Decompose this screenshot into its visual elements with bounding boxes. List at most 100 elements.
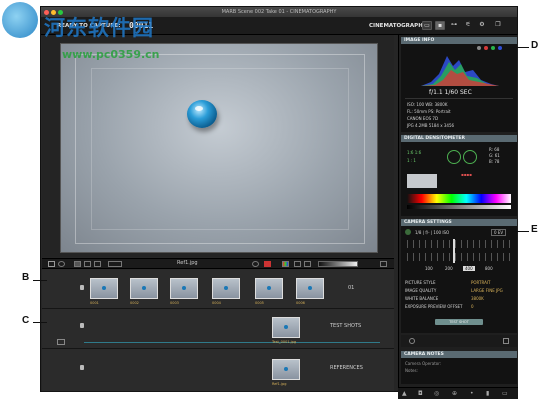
sample-swatch bbox=[407, 174, 437, 188]
thumbnail[interactable] bbox=[272, 359, 300, 380]
thumbnail[interactable] bbox=[212, 278, 240, 299]
watermark-url: www.pc0359.cn bbox=[62, 48, 160, 61]
setting-value[interactable]: PORTRAIT bbox=[471, 280, 490, 285]
row-toggle[interactable] bbox=[80, 323, 84, 328]
iso-option[interactable]: 800 bbox=[483, 266, 495, 271]
setting-label: IMAGE QUALITY bbox=[405, 288, 437, 293]
mode-label: CINEMATOGRAPHY bbox=[369, 23, 427, 29]
channel-blue-icon[interactable] bbox=[498, 46, 502, 50]
layers-icon[interactable]: ❐ bbox=[493, 21, 503, 30]
camera-small-icon[interactable]: ◘ bbox=[418, 391, 426, 397]
callout-c-line bbox=[33, 322, 47, 323]
channel-all-icon[interactable] bbox=[477, 46, 481, 50]
grid-view-icon[interactable] bbox=[74, 261, 81, 267]
densitometer-header[interactable]: DIGITAL DENSITOMETER bbox=[401, 135, 517, 142]
thumbnail-label: 0002 bbox=[130, 301, 139, 305]
iso-option[interactable]: 400 bbox=[463, 266, 475, 271]
callout-d: D bbox=[531, 40, 539, 51]
color-channels-icon[interactable] bbox=[282, 261, 289, 267]
timeline-icon[interactable]: ⊶ bbox=[449, 21, 459, 30]
thumbnail-label: 0006 bbox=[296, 301, 305, 305]
camera-notes-header[interactable]: CAMERA NOTES bbox=[401, 351, 517, 358]
setting-label: EXPOSURE PREVIEW OFFSET bbox=[405, 304, 463, 309]
density-b: B: 78 bbox=[489, 159, 500, 164]
row-toggle[interactable] bbox=[80, 365, 84, 370]
monitor-icon[interactable]: ▭ bbox=[422, 21, 432, 30]
setting-label: PICTURE STYLE bbox=[405, 280, 436, 285]
slideshow-icon[interactable]: ▭ bbox=[502, 391, 510, 397]
camera-notes-body[interactable]: Camera Operator: Notes: bbox=[401, 358, 517, 384]
callout-e-line bbox=[512, 231, 529, 232]
watermark-logo bbox=[2, 2, 38, 38]
panel-bottom-bar: ▲ ◘ ◎ ⊕ • ▮ ▭ bbox=[398, 387, 518, 399]
aperture-scale[interactable] bbox=[407, 253, 511, 261]
tools-icon[interactable]: ⚙ bbox=[477, 21, 487, 30]
fullscreen-icon[interactable] bbox=[380, 261, 387, 267]
compass-icon[interactable]: ⊕ bbox=[452, 391, 460, 397]
notes-line-notes: Notes: bbox=[405, 368, 418, 373]
filmstrip-view-icon[interactable] bbox=[94, 261, 101, 267]
exposure-readout: f/1.1 1/60 SEC bbox=[429, 89, 472, 96]
screenshot: MARB Scene 002 Take 01 - CINEMATOGRAPHY … bbox=[0, 0, 551, 411]
histogram bbox=[421, 56, 499, 86]
thumbnail[interactable] bbox=[255, 278, 283, 299]
image-info-header[interactable]: IMAGE INFO bbox=[401, 37, 517, 44]
warning-icon[interactable] bbox=[48, 261, 55, 267]
thumbnail[interactable] bbox=[296, 278, 324, 299]
density-ratio-2: 1 : 1 bbox=[407, 158, 416, 163]
channel-green-icon[interactable] bbox=[491, 46, 495, 50]
iso-option[interactable]: 100 bbox=[423, 266, 435, 271]
split-icon[interactable] bbox=[304, 261, 311, 267]
color-spectrum bbox=[407, 194, 511, 203]
thumbnail-label: Test_0001.jpg bbox=[272, 340, 297, 344]
gray-ramp bbox=[407, 205, 511, 209]
iso-option[interactable]: 200 bbox=[443, 266, 455, 271]
thumbnail-label: 0003 bbox=[170, 301, 179, 305]
row-track bbox=[84, 342, 380, 343]
mic-icon[interactable]: ⚟ bbox=[463, 21, 473, 30]
test-shots-row: Test_0001.jpg TEST SHOTS bbox=[42, 309, 394, 349]
thumbnail-label: 0004 bbox=[212, 301, 221, 305]
camera-settings-header[interactable]: CAMERA SETTINGS bbox=[401, 219, 517, 226]
trash-icon[interactable]: ▮ bbox=[486, 391, 494, 397]
callout-d-line bbox=[512, 47, 529, 48]
crosshair-icon[interactable] bbox=[252, 261, 259, 267]
image-info-line: JPG 4.2MB 5184 x 3456 bbox=[407, 123, 455, 128]
power-icon[interactable] bbox=[405, 229, 411, 235]
add-row-icon[interactable] bbox=[57, 339, 65, 345]
gradient-slider[interactable] bbox=[318, 261, 358, 267]
live-view-image[interactable] bbox=[60, 43, 378, 253]
thumbnail[interactable] bbox=[272, 317, 300, 338]
ev-field[interactable]: 0 EV bbox=[491, 229, 507, 236]
test-shot-button[interactable]: TEST SHOT bbox=[435, 319, 483, 325]
channel-red-icon[interactable] bbox=[484, 46, 488, 50]
camera-icon[interactable]: ▪ bbox=[435, 21, 445, 30]
live-view-area bbox=[42, 35, 394, 257]
rgb-readout: ▪▪▪▪ bbox=[461, 172, 472, 177]
mountain-icon[interactable]: ▲ bbox=[402, 391, 410, 397]
thumbnail[interactable] bbox=[170, 278, 198, 299]
dot-icon[interactable]: • bbox=[470, 391, 478, 397]
zoom-slider[interactable] bbox=[108, 261, 122, 267]
record-icon[interactable] bbox=[264, 261, 271, 267]
list-view-icon[interactable] bbox=[84, 261, 91, 267]
thumbnail[interactable] bbox=[130, 278, 158, 299]
compare-icon[interactable] bbox=[294, 261, 301, 267]
row-title: TEST SHOTS bbox=[330, 323, 362, 329]
thumbnail-label: 0005 bbox=[255, 301, 264, 305]
density-ratio: 1:6 1:6 bbox=[407, 150, 422, 155]
watermark-text: 河东软件园 bbox=[44, 16, 154, 40]
row-toggle[interactable] bbox=[80, 285, 84, 290]
refresh-icon[interactable] bbox=[58, 261, 65, 267]
setting-value[interactable]: 0 bbox=[471, 304, 474, 309]
inspector-panel: IMAGE INFO f/1.1 1/60 SEC ISO: 100 WB: 3… bbox=[398, 35, 518, 387]
eye-icon[interactable]: ◎ bbox=[434, 391, 442, 397]
setting-value[interactable]: 3800K bbox=[471, 296, 484, 301]
thumbnail[interactable] bbox=[90, 278, 118, 299]
settings-gear-icon[interactable] bbox=[409, 338, 415, 344]
setting-value[interactable]: LARGE FINE JPG bbox=[471, 288, 503, 293]
exposure-scale[interactable] bbox=[407, 240, 511, 248]
row-title: 01 bbox=[348, 285, 355, 291]
callout-c: C bbox=[22, 315, 30, 326]
settings-expand-icon[interactable] bbox=[503, 338, 509, 344]
